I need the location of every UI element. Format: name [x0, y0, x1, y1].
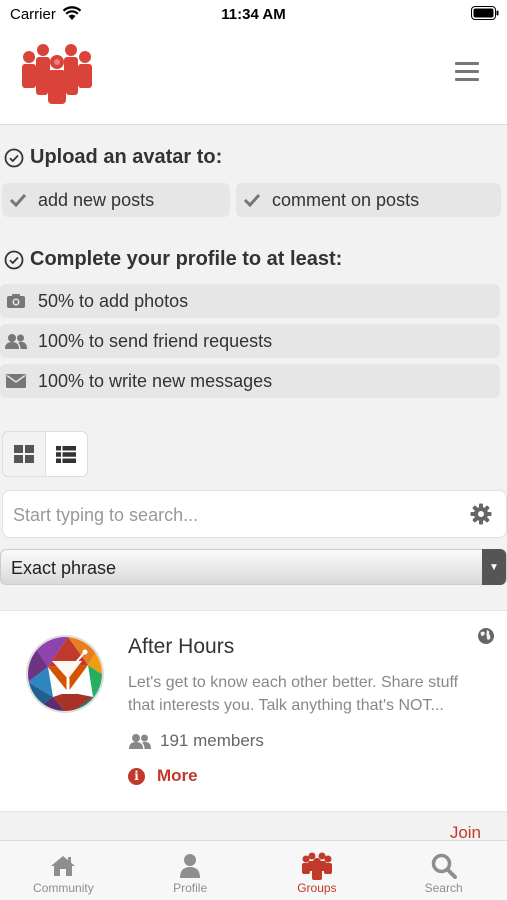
camera-icon [0, 293, 32, 309]
avatar-requirement-text: Upload an avatar to: [30, 146, 223, 168]
groups-icon [300, 851, 334, 881]
requirement-label: 100% to write new messages [38, 370, 273, 391]
envelope-icon [0, 374, 32, 388]
tab-community[interactable]: Community [0, 841, 127, 900]
group-avatar[interactable] [26, 635, 104, 713]
more-label: More [157, 766, 198, 785]
tab-groups[interactable]: Groups [254, 841, 381, 900]
match-mode-value: Exact phrase [11, 558, 117, 578]
clock: 11:34 AM [221, 6, 286, 23]
group-description-line: that interests you. Talk anything that's… [128, 697, 444, 714]
menu-button[interactable] [455, 62, 479, 82]
profile-requirement-title: Complete your profile to at least: [4, 248, 342, 271]
tab-search[interactable]: Search [380, 841, 507, 900]
magnifier-icon [431, 851, 457, 881]
view-toggle [2, 431, 88, 477]
check-icon [2, 193, 34, 207]
requirement-label: 100% to send friend requests [38, 330, 273, 351]
home-icon [50, 851, 76, 881]
info-icon: i [128, 767, 145, 785]
group-name[interactable]: After Hours [128, 635, 234, 659]
list-icon [56, 445, 77, 463]
requirement-label: comment on posts [272, 189, 420, 210]
tab-profile[interactable]: Profile [127, 841, 254, 900]
profile-requirement-text: Complete your profile to at least: [30, 248, 343, 270]
requirement-item: 100% to send friend requests [0, 324, 500, 358]
group-description-line: Let's get to know each other better. Sha… [128, 674, 459, 691]
menu-bar [455, 70, 479, 73]
circle-check-icon [4, 250, 24, 269]
requirement-item: 100% to write new messages [0, 364, 500, 398]
requirement-label: add new posts [38, 189, 155, 210]
gear-icon[interactable] [470, 503, 492, 530]
tab-label: Profile [173, 881, 208, 895]
search-input[interactable] [13, 499, 453, 531]
grid-icon [13, 445, 34, 463]
more-button[interactable]: i More [128, 766, 198, 786]
globe-icon [477, 627, 495, 650]
requirement-item: 50% to add photos [0, 284, 500, 318]
avatar-requirement-title: Upload an avatar to: [4, 146, 222, 169]
menu-bar [455, 78, 479, 81]
app-header [0, 30, 507, 125]
tab-bar: Community Profile Groups Search [0, 840, 507, 900]
requirement-label: 50% to add photos [38, 290, 189, 311]
circle-check-icon [4, 148, 24, 167]
grid-view-button[interactable] [3, 432, 45, 476]
menu-bar [455, 62, 479, 65]
battery-icon [471, 6, 499, 25]
requirement-item: add new posts [2, 183, 230, 217]
search-box [2, 490, 507, 538]
match-mode-select[interactable]: Exact phrase ▼ [0, 549, 507, 585]
tab-label: Search [424, 881, 463, 895]
requirement-item: comment on posts [236, 183, 501, 217]
users-icon [0, 333, 32, 349]
tab-label: Community [33, 881, 94, 895]
users-icon [129, 734, 151, 749]
logo-icon [18, 42, 96, 113]
dropdown-arrow-icon: ▼ [482, 549, 506, 585]
user-icon [179, 851, 201, 881]
check-icon [236, 193, 268, 207]
members-row: 191 members [128, 731, 264, 751]
group-card[interactable]: After Hours Let's get to know each other… [0, 610, 507, 812]
status-bar: Carrier 11:34 AM [0, 0, 507, 30]
tab-label: Groups [297, 881, 337, 895]
group-description: Let's get to know each other better. Sha… [128, 671, 488, 717]
members-count: 191 members [160, 731, 264, 750]
list-view-button[interactable] [44, 432, 87, 476]
